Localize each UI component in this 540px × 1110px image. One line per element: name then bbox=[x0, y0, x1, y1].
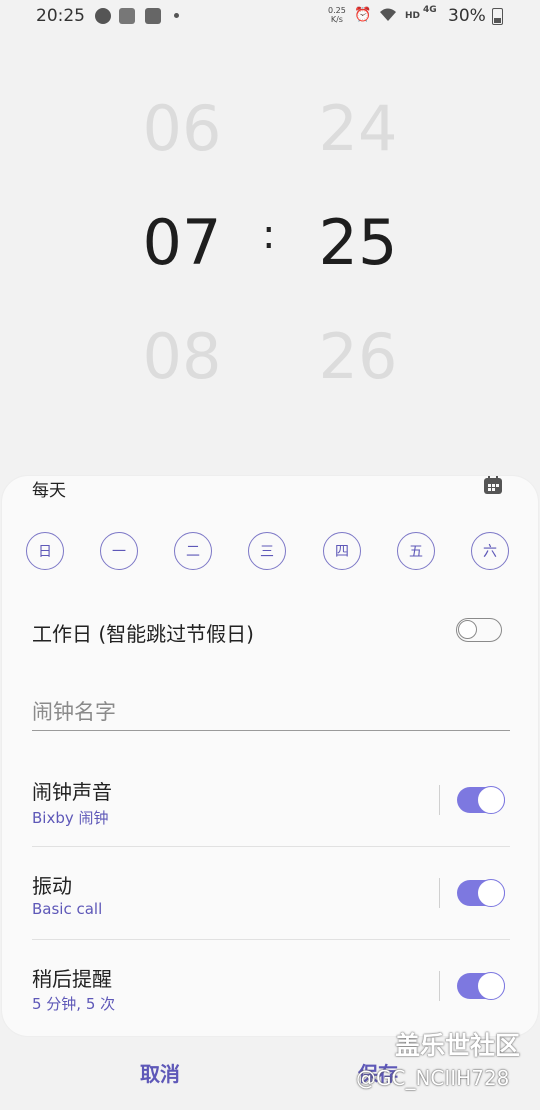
battery-percent: 30% bbox=[448, 6, 486, 26]
workday-label: 工作日 (智能跳过节假日) bbox=[32, 622, 254, 646]
signal-4g-icon: 4G bbox=[423, 5, 437, 15]
snooze-toggle[interactable] bbox=[457, 972, 505, 1000]
toggle-knob bbox=[458, 620, 477, 639]
vibration-toggle[interactable] bbox=[457, 879, 505, 907]
day-friday[interactable]: 五 bbox=[397, 532, 435, 570]
minute-prev[interactable]: 24 bbox=[298, 92, 418, 165]
alarm-sound-title[interactable]: 闹钟声音 bbox=[32, 776, 112, 805]
clock-time: 20:25 bbox=[36, 6, 85, 26]
network-speed-unit: K/s bbox=[330, 15, 343, 24]
hour-prev[interactable]: 06 bbox=[122, 92, 242, 165]
weekday-selector: 日 一 二 三 四 五 六 bbox=[26, 532, 516, 572]
day-tuesday[interactable]: 二 bbox=[174, 532, 212, 570]
network-speed: 0.25 K/s bbox=[328, 6, 346, 24]
wifi-icon bbox=[378, 7, 398, 27]
day-saturday[interactable]: 六 bbox=[471, 532, 509, 570]
workday-toggle[interactable] bbox=[456, 618, 502, 642]
image-icon bbox=[145, 8, 161, 24]
hour-next[interactable]: 08 bbox=[122, 320, 242, 393]
alarm-settings-sheet: 每天 日 一 二 三 四 五 六 工作日 (智能跳过节假日) 闹钟声音 Bixb… bbox=[2, 476, 538, 1036]
watermark-title: 盖乐世社区 bbox=[395, 1031, 521, 1060]
divider bbox=[439, 971, 440, 1001]
qr-code-icon bbox=[119, 8, 135, 24]
hd-voice-icon: HD bbox=[405, 11, 421, 21]
toggle-knob bbox=[477, 879, 505, 907]
battery-icon bbox=[492, 8, 503, 25]
calendar-icon[interactable] bbox=[482, 476, 504, 496]
hour-selected[interactable]: 07 bbox=[122, 206, 242, 279]
cancel-button[interactable]: 取消 bbox=[140, 1058, 180, 1087]
snooze-title[interactable]: 稍后提醒 bbox=[32, 963, 112, 992]
status-bar: 20:25 0.25 K/s ⏰ HD 4G 30% bbox=[0, 0, 540, 34]
app-notification-icon bbox=[95, 8, 111, 24]
time-separator: : bbox=[262, 212, 276, 258]
day-wednesday[interactable]: 三 bbox=[248, 532, 286, 570]
alarm-sound-subtitle: Bixby 闹钟 bbox=[32, 809, 109, 827]
repeat-summary: 每天 bbox=[32, 481, 66, 501]
day-monday[interactable]: 一 bbox=[100, 532, 138, 570]
vibration-subtitle: Basic call bbox=[32, 900, 103, 918]
watermark-handle: @GC_NCIIH728 bbox=[356, 1066, 510, 1090]
minute-next[interactable]: 26 bbox=[298, 320, 418, 393]
vibration-title[interactable]: 振动 bbox=[32, 870, 72, 899]
network-speed-value: 0.25 bbox=[328, 6, 346, 15]
toggle-knob bbox=[477, 786, 505, 814]
alarm-clock-icon: ⏰ bbox=[354, 7, 372, 23]
minute-selected[interactable]: 25 bbox=[298, 206, 418, 279]
divider bbox=[32, 846, 510, 847]
divider bbox=[32, 939, 510, 940]
alarm-name-input[interactable] bbox=[32, 694, 510, 731]
divider bbox=[439, 785, 440, 815]
day-thursday[interactable]: 四 bbox=[323, 532, 361, 570]
day-sunday[interactable]: 日 bbox=[26, 532, 64, 570]
divider bbox=[439, 878, 440, 908]
toggle-knob bbox=[477, 972, 505, 1000]
alarm-sound-toggle[interactable] bbox=[457, 786, 505, 814]
snooze-subtitle: 5 分钟, 5 次 bbox=[32, 995, 116, 1013]
more-notifications-dot-icon bbox=[174, 13, 179, 18]
